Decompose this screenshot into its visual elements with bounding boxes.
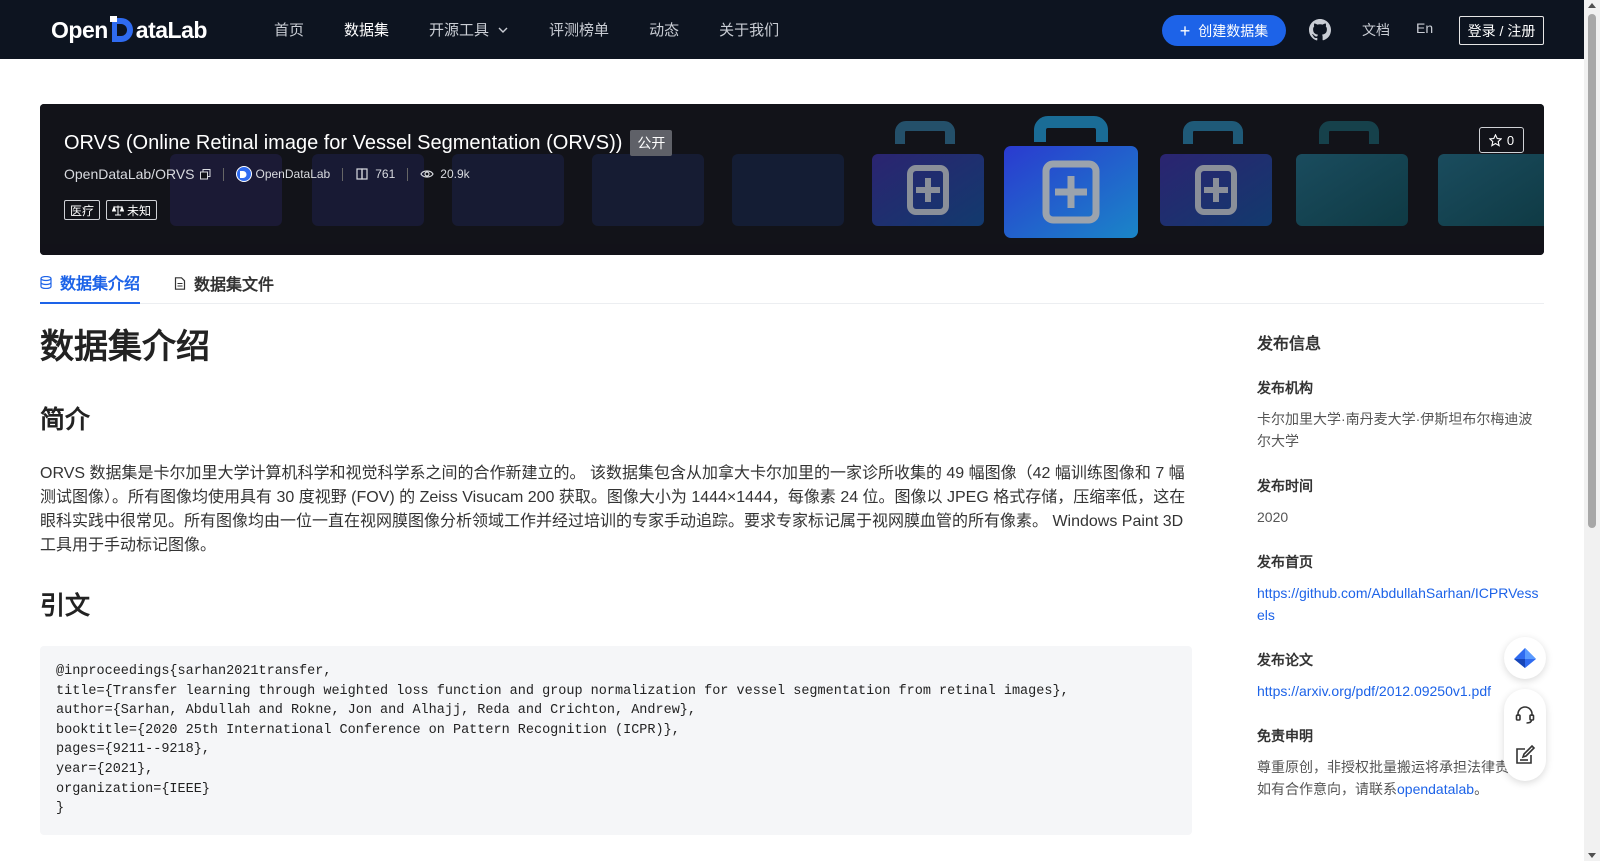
citation-code-block: @inproceedings{sarhan2021transfer, title…: [40, 646, 1192, 835]
nav-about-label: 关于我们: [719, 22, 780, 39]
nav-open-tools[interactable]: 开源工具: [429, 19, 509, 40]
logo-d-mark-icon: [109, 16, 135, 44]
dataset-title: ORVS (Online Retinal image for Vessel Se…: [64, 131, 623, 154]
nav-home-label: 首页: [274, 22, 305, 39]
paper-block: 发布论文 https://arxiv.org/pdf/2012.09250v1.…: [1257, 650, 1545, 702]
star-button[interactable]: 0: [1479, 127, 1524, 153]
visibility-badge: 公开: [630, 130, 673, 156]
nav-leaderboard-label: 评测榜单: [549, 22, 610, 39]
publish-info-heading: 发布信息: [1257, 336, 1322, 353]
tag-license-label: 未知: [127, 203, 152, 218]
citation-heading: 引文: [40, 592, 91, 620]
disclaimer-block: 免责申明 尊重原创，非授权批量搬运将承担法律责 如有合作意向，请联系openda…: [1257, 726, 1545, 800]
meta-divider: [222, 167, 224, 181]
feedback-edit-icon[interactable]: [1514, 744, 1536, 766]
scrollbar-thumb[interactable]: [1588, 14, 1596, 528]
tab-dataset-files[interactable]: 数据集文件: [174, 262, 274, 304]
copy-icon[interactable]: [199, 168, 211, 180]
publish-info-sidebar: 发布信息 发布机构 卡尔加里大学·南丹麦大学·伊斯坦布尔梅迪波尔大学 发布时间 …: [1257, 330, 1545, 800]
paper-link[interactable]: https://arxiv.org/pdf/2012.09250v1.pdf: [1257, 680, 1545, 702]
dataset-meta-row: OpenDataLab/ORVS OpenDataLab 761 20.9k: [64, 166, 470, 182]
publisher-block: 发布机构 卡尔加里大学·南丹麦大学·伊斯坦布尔梅迪波尔大学: [1257, 378, 1545, 452]
top-navbar: Open ataLab 首页 数据集 开源工具 评测榜单 动态 关于我们 + 创…: [0, 0, 1584, 59]
disclaimer-text-2: 如有合作意向，请联系: [1257, 781, 1397, 797]
main-nav: 首页 数据集 开源工具 评测榜单 动态 关于我们: [274, 0, 819, 59]
dataset-repo-name: OpenDataLab/ORVS: [64, 166, 195, 182]
create-dataset-button[interactable]: + 创建数据集: [1162, 15, 1286, 46]
github-icon[interactable]: [1308, 18, 1332, 42]
page-scrollbar[interactable]: [1584, 0, 1600, 861]
homepage-link[interactable]: https://github.com/AbdullahSarhan/ICPRVe…: [1257, 582, 1545, 626]
create-dataset-label: 创建数据集: [1198, 22, 1269, 39]
dataset-banner: ORVS (Online Retinal image for Vessel Se…: [40, 104, 1544, 255]
dataset-description: 数据集介绍 简介 ORVS 数据集是卡尔加里大学计算机科学和视觉科学系之间的合作…: [40, 322, 1192, 835]
nav-open-tools-label: 开源工具: [429, 22, 490, 39]
intro-paragraph: ORVS 数据集是卡尔加里大学计算机科学和视觉科学系之间的合作新建立的。 该数据…: [40, 465, 1186, 554]
disclaimer-label: 免责申明: [1257, 728, 1313, 744]
database-icon: [40, 275, 52, 289]
nav-news-label: 动态: [649, 22, 680, 39]
opendatalab-logo[interactable]: Open ataLab: [51, 14, 207, 46]
disclaimer-text-1: 尊重原创，非授权批量搬运将承担法律责: [1257, 759, 1509, 775]
publish-time-block: 发布时间 2020: [1257, 476, 1545, 528]
login-register-label: 登录 / 注册: [1467, 22, 1536, 39]
org-avatar: [235, 166, 252, 182]
homepage-label: 发布首页: [1257, 554, 1313, 570]
assistant-bird-icon: [1514, 648, 1536, 668]
publisher-value: 卡尔加里大学·南丹麦大学·伊斯坦布尔梅迪波尔大学: [1257, 411, 1533, 449]
view-count: 20.9k: [440, 167, 470, 181]
section-title: 数据集介绍: [40, 328, 210, 366]
support-float-panel: [1504, 689, 1546, 781]
dataset-tags: 医疗 未知: [64, 200, 163, 220]
login-register-button[interactable]: 登录 / 注册: [1459, 16, 1544, 45]
docs-link[interactable]: 文档: [1362, 20, 1390, 40]
nav-home[interactable]: 首页: [274, 19, 304, 40]
disclaimer-line-1: 尊重原创，非授权批量搬运将承担法律责: [1257, 756, 1545, 778]
file-icon: [174, 276, 186, 290]
logo-text-left: Open: [51, 16, 108, 43]
paper-label: 发布论文: [1257, 652, 1313, 668]
publisher-label: 发布机构: [1257, 380, 1313, 396]
nav-news[interactable]: 动态: [649, 19, 679, 40]
download-count-icon: [356, 168, 368, 180]
plus-icon: +: [1179, 20, 1191, 41]
disclaimer-line-2: 如有合作意向，请联系opendatalab。: [1257, 778, 1545, 800]
star-count: 0: [1506, 132, 1515, 148]
nav-about[interactable]: 关于我们: [719, 19, 779, 40]
dataset-tabs: 数据集介绍 数据集文件: [40, 262, 1544, 304]
org-name[interactable]: OpenDataLab: [256, 167, 331, 181]
download-count: 761: [375, 167, 396, 181]
star-icon: [1488, 133, 1502, 147]
assistant-float-button[interactable]: [1504, 637, 1546, 679]
tab-dataset-files-label: 数据集文件: [194, 277, 275, 294]
homepage-block: 发布首页 https://github.com/AbdullahSarhan/I…: [1257, 552, 1545, 626]
tag-medical-label: 医疗: [70, 203, 95, 218]
tab-dataset-intro[interactable]: 数据集介绍: [40, 262, 141, 304]
headset-icon[interactable]: [1514, 704, 1536, 726]
nav-datasets[interactable]: 数据集: [344, 19, 389, 40]
eye-icon: [420, 170, 434, 178]
chevron-down-icon: [498, 27, 508, 33]
tab-dataset-intro-label: 数据集介绍: [60, 276, 141, 293]
nav-leaderboard[interactable]: 评测榜单: [549, 19, 609, 40]
language-switch[interactable]: En: [1416, 20, 1433, 36]
scroll-up-arrow-icon[interactable]: [1588, 3, 1596, 8]
intro-heading: 简介: [40, 406, 91, 434]
contact-link[interactable]: opendatalab: [1397, 781, 1474, 797]
org-logo-icon: [240, 170, 247, 178]
tag-license[interactable]: 未知: [106, 200, 158, 220]
meta-divider: [407, 167, 409, 181]
logo-text-right: ataLab: [135, 16, 208, 43]
publish-time-label: 发布时间: [1257, 478, 1313, 494]
disclaimer-text-end: 。: [1474, 781, 1489, 797]
nav-datasets-label: 数据集: [344, 22, 390, 39]
dataset-title-row: ORVS (Online Retinal image for Vessel Se…: [64, 130, 673, 156]
meta-divider: [342, 167, 344, 181]
tag-medical[interactable]: 医疗: [64, 200, 101, 220]
scale-icon: [112, 205, 125, 215]
publish-time-value: 2020: [1257, 509, 1289, 525]
scroll-down-arrow-icon[interactable]: [1588, 853, 1596, 858]
